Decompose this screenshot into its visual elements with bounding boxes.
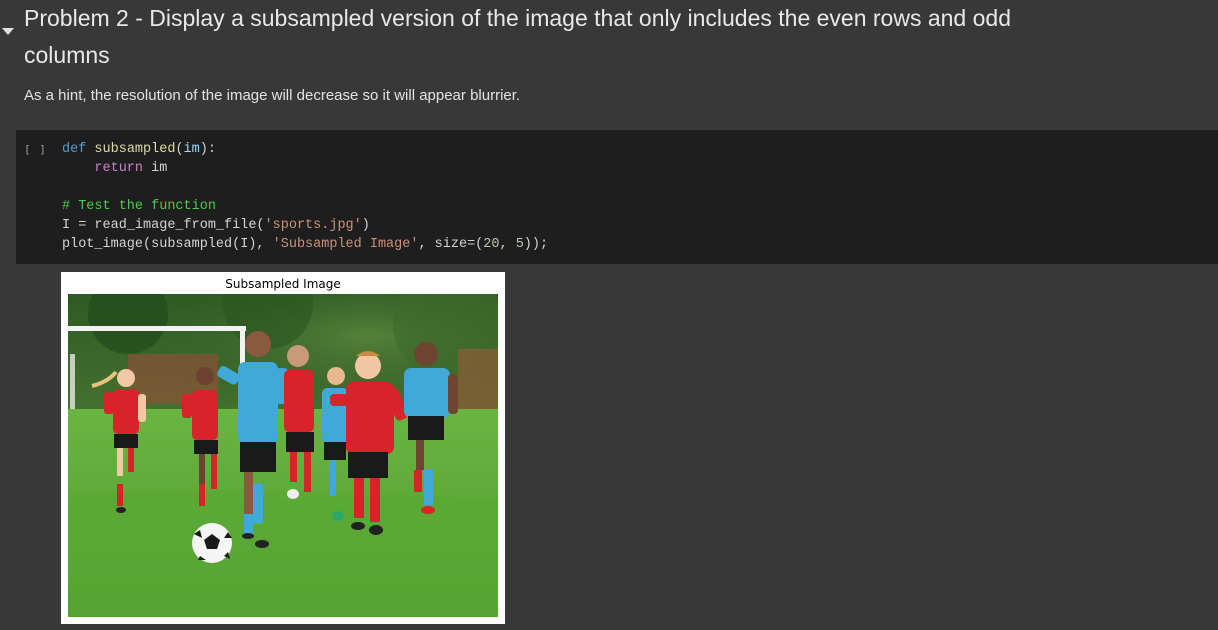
- paren-open: (: [175, 142, 184, 157]
- code-line-2: return im: [62, 159, 548, 178]
- call-prefix: plot_image(subsampled(I),: [62, 237, 273, 252]
- paren-close-colon: ):: [199, 142, 216, 157]
- call-suffix: ));: [523, 237, 549, 252]
- size-comma: ,: [499, 237, 516, 252]
- problem-heading: Problem 2 - Display a subsampled version…: [24, 5, 1011, 68]
- function-name: subsampled: [94, 142, 176, 157]
- filename-string: 'sports.jpg': [264, 218, 362, 233]
- code-line-6: plot_image(subsampled(I), 'Subsampled Im…: [62, 235, 548, 254]
- soccer-photo: [68, 294, 498, 617]
- hint-text: As a hint, the resolution of the image w…: [24, 87, 521, 104]
- code-line-4: # Test the function: [62, 197, 548, 216]
- size-height-number: 5: [515, 237, 524, 252]
- output-figure: Subsampled Image: [61, 272, 505, 624]
- size-prefix: , size=(: [418, 237, 484, 252]
- code-line-1: def subsampled(im):: [62, 140, 548, 159]
- collapse-section-caret-icon[interactable]: [2, 28, 14, 35]
- code-comment: # Test the function: [62, 199, 216, 214]
- keyword-return: return: [94, 161, 144, 176]
- title-string: 'Subsampled Image': [272, 237, 419, 252]
- keyword-def: def: [62, 142, 87, 157]
- code-line-5: I = read_image_from_file('sports.jpg'): [62, 216, 548, 235]
- assign-suffix: ): [361, 218, 370, 233]
- return-value: im: [143, 161, 168, 176]
- figure-title: Subsampled Image: [225, 277, 341, 291]
- run-cell-button[interactable]: [ ]: [24, 143, 47, 156]
- assign-prefix: I = read_image_from_file(: [62, 218, 265, 233]
- parameter-name: im: [183, 142, 200, 157]
- size-width-number: 20: [483, 237, 500, 252]
- code-editor[interactable]: def subsampled(im): return im # Test the …: [62, 140, 548, 254]
